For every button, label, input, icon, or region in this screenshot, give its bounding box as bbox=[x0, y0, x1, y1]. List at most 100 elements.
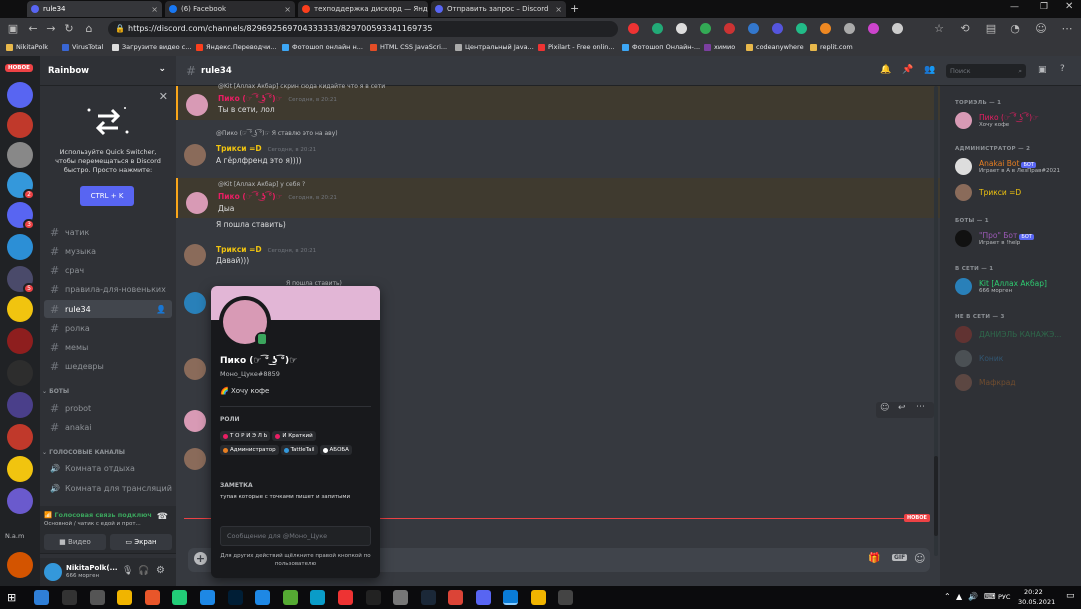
minimize-icon[interactable]: — bbox=[1010, 2, 1019, 12]
clock-time[interactable]: 20:22 bbox=[1024, 588, 1043, 596]
channel-probot[interactable]: # probot bbox=[44, 399, 172, 417]
bookmark-item[interactable]: Pixilart - Free onlin... bbox=[538, 43, 615, 51]
server-icon-discord[interactable] bbox=[7, 82, 33, 108]
add-attachment-icon[interactable]: + bbox=[194, 552, 207, 565]
message-author[interactable]: Трикси =D Сегодня, в 20:21 bbox=[216, 245, 316, 254]
home-icon[interactable]: ⌂ bbox=[82, 22, 96, 35]
app-icon[interactable] bbox=[172, 590, 187, 605]
tab-discord-support[interactable]: Отправить запрос – Discord × bbox=[431, 1, 566, 17]
server-header[interactable]: Rainbow ⌄ bbox=[40, 56, 176, 86]
screen-share-button[interactable]: ▭ Экран bbox=[110, 534, 172, 550]
bookmark-item[interactable]: Загрузите видео с... bbox=[112, 43, 191, 51]
bookmark-item[interactable]: Центральный Java... bbox=[455, 43, 534, 51]
bookmark-item[interactable]: Фотошоп Онлайн-... bbox=[622, 43, 700, 51]
voice-channel-lounge[interactable]: 🔊 Комната отдыха bbox=[44, 459, 172, 477]
back-icon[interactable]: ← bbox=[26, 22, 40, 35]
avatar[interactable] bbox=[184, 358, 206, 380]
avatar[interactable] bbox=[184, 144, 206, 166]
app-icon[interactable] bbox=[338, 590, 353, 605]
server-icon[interactable] bbox=[7, 424, 33, 450]
extension-icon[interactable] bbox=[748, 23, 759, 34]
member-item[interactable]: Коник bbox=[955, 348, 1081, 368]
collections-icon[interactable]: ▤ bbox=[984, 22, 998, 35]
channel-anakai[interactable]: # anakai bbox=[44, 418, 172, 436]
channel-srach[interactable]: # срач bbox=[44, 261, 172, 279]
app-icon[interactable] bbox=[255, 590, 270, 605]
close-icon[interactable]: ✕ bbox=[159, 90, 168, 103]
server-icon[interactable]: 5 bbox=[7, 266, 35, 294]
reply-reference[interactable]: @Пико (☞ ͡° ͜ʖ ͡°)☞ Я ставлю это на аву) bbox=[216, 130, 338, 137]
extension-icon[interactable] bbox=[796, 23, 807, 34]
app-icon[interactable] bbox=[200, 590, 215, 605]
volume-icon[interactable]: 🔊 bbox=[968, 592, 978, 601]
notifications-icon[interactable]: ▭ bbox=[1066, 591, 1075, 601]
message-author[interactable]: Пико (☞ ͡° ͜ʖ ͡°)☞ Сегодня, в 20:21 bbox=[218, 192, 337, 201]
epic-games-icon[interactable] bbox=[366, 590, 381, 605]
close-window-icon[interactable]: ✕ bbox=[1065, 1, 1073, 12]
gif-icon[interactable]: GIF bbox=[892, 554, 908, 561]
message[interactable]: @Пико (☞ ͡° ͜ʖ ͡°)☞ Я ставлю это на аву)… bbox=[176, 128, 940, 172]
message-author[interactable]: Трикси =D Сегодня, в 20:21 bbox=[216, 144, 316, 153]
server-icon[interactable] bbox=[7, 296, 33, 322]
history-icon[interactable]: ⟲ bbox=[958, 22, 972, 35]
favorites-icon[interactable]: ☆ bbox=[932, 22, 946, 35]
reload-icon[interactable]: ↻ bbox=[62, 22, 76, 35]
close-tab-icon[interactable]: × bbox=[555, 5, 562, 14]
headphones-icon[interactable]: 🎧 bbox=[138, 566, 149, 576]
server-icon[interactable] bbox=[7, 328, 33, 354]
tab-facebook[interactable]: (6) Facebook × bbox=[165, 1, 295, 17]
close-tab-icon[interactable]: × bbox=[284, 5, 291, 14]
windows-start-icon[interactable]: ⊞ bbox=[7, 591, 16, 604]
member-item[interactable]: ДАНИЭЛЬ КАНАЖЭ... bbox=[955, 324, 1081, 344]
member-item[interactable]: Kit [Аллах Акбар] 666 морген bbox=[955, 276, 1081, 296]
server-icon[interactable]: 3 bbox=[7, 202, 35, 230]
photoshop-icon[interactable] bbox=[228, 590, 243, 605]
bell-icon[interactable]: 🔔 bbox=[880, 65, 891, 75]
avatar[interactable] bbox=[184, 292, 206, 314]
account-icon[interactable]: ☺ bbox=[1034, 22, 1048, 35]
sidebar-toggle-icon[interactable]: ▣ bbox=[6, 22, 20, 35]
forward-icon[interactable]: → bbox=[44, 22, 58, 35]
reply-reference[interactable]: @Kit [Аллах Акбар] скрин сюда кидайте чт… bbox=[218, 83, 385, 90]
taskview-icon[interactable] bbox=[90, 590, 105, 605]
extension-icon[interactable] bbox=[628, 23, 639, 34]
close-tab-icon[interactable]: × bbox=[151, 5, 158, 14]
reply-reference[interactable]: @Kit [Аллах Акбар] у себя ? bbox=[218, 181, 305, 188]
role-pill[interactable]: Т О Р И Э Л Ь bbox=[220, 431, 271, 441]
server-icon[interactable] bbox=[7, 112, 33, 138]
avatar[interactable] bbox=[184, 448, 206, 470]
menu-icon[interactable]: ⋯ bbox=[1060, 22, 1074, 35]
video-button[interactable]: ■ Видео bbox=[44, 534, 106, 550]
settings-icon[interactable] bbox=[558, 590, 573, 605]
reply-icon[interactable]: ↩ bbox=[898, 403, 906, 413]
channel-rule34[interactable]: # rule34 👤 bbox=[44, 300, 172, 318]
tab-yandex[interactable]: техподдержка дискорд — Янде× bbox=[298, 1, 428, 17]
tray-chevron-icon[interactable]: ⌃ bbox=[944, 592, 951, 601]
maximize-icon[interactable]: ❐ bbox=[1040, 2, 1048, 12]
chrome-icon[interactable] bbox=[448, 590, 463, 605]
message[interactable]: Трикси =D Сегодня, в 20:21 Давай))) bbox=[176, 242, 940, 272]
role-pill[interactable]: АБОБА bbox=[319, 445, 352, 455]
emoji-icon[interactable]: ☺ bbox=[914, 552, 925, 565]
gear-icon[interactable]: ⚙ bbox=[156, 565, 165, 576]
channel-memes[interactable]: # мемы bbox=[44, 338, 172, 356]
url-field[interactable]: 🔒 https://discord.com/channels/8296925697… bbox=[108, 21, 618, 37]
server-icon[interactable] bbox=[7, 392, 33, 418]
folder-icon[interactable] bbox=[531, 590, 546, 605]
pin-icon[interactable]: 📌 bbox=[902, 65, 913, 75]
server-icon[interactable] bbox=[7, 488, 33, 514]
member-item[interactable]: Трикси =D bbox=[955, 182, 1081, 202]
voice-channel-streams[interactable]: 🔊 Комната для трансляций bbox=[44, 479, 172, 497]
discord-icon[interactable] bbox=[476, 590, 491, 605]
extension-icon[interactable] bbox=[724, 23, 735, 34]
keyboard-icon[interactable]: ⌨ bbox=[984, 592, 996, 601]
avatar[interactable] bbox=[184, 244, 206, 266]
extension-icon[interactable] bbox=[772, 23, 783, 34]
server-icon[interactable] bbox=[7, 552, 33, 578]
scrollbar-thumb[interactable] bbox=[934, 456, 938, 536]
extension-icon[interactable] bbox=[820, 23, 831, 34]
server-icon[interactable] bbox=[7, 360, 33, 386]
bookmark-item[interactable]: NikitaPolk bbox=[6, 43, 48, 51]
network-icon[interactable]: ▲ bbox=[956, 592, 962, 601]
role-pill[interactable]: И Краткий bbox=[272, 431, 316, 441]
